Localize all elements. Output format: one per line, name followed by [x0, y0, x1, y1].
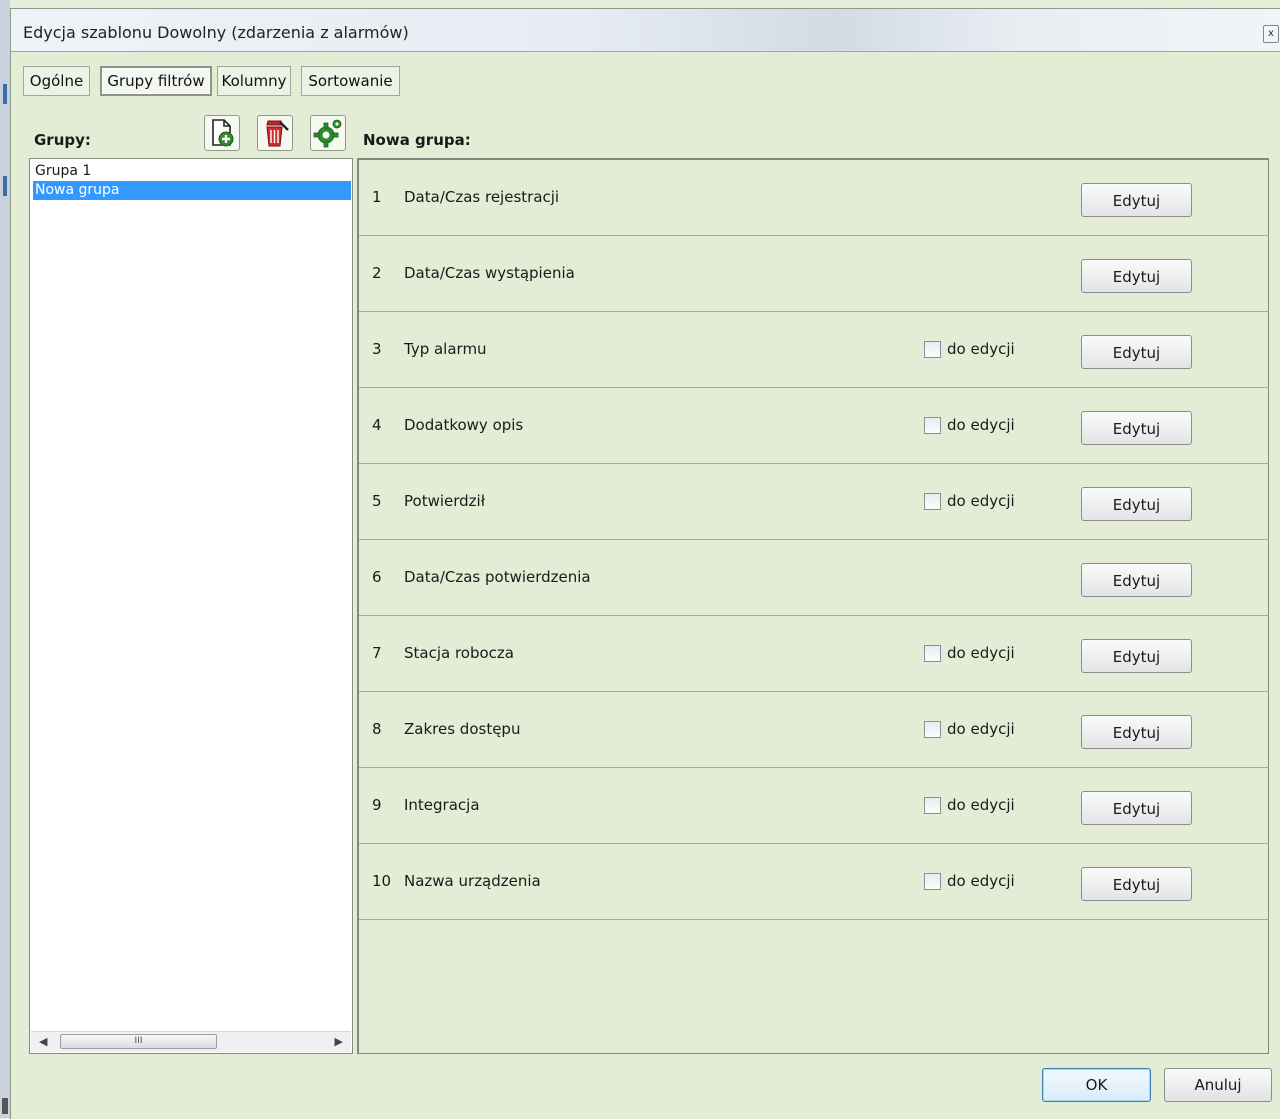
row-number: 6: [372, 568, 382, 586]
tab-columns[interactable]: Kolumny: [217, 66, 291, 96]
filter-row: 6 Data/Czas potwierdzenia Edytuj: [359, 540, 1269, 616]
window-title: Edycja szablonu Dowolny (zdarzenia z ala…: [23, 23, 409, 42]
scroll-right-icon[interactable]: ▶: [335, 1035, 343, 1048]
edit-button[interactable]: Edytuj: [1081, 335, 1192, 369]
cancel-button[interactable]: Anuluj: [1164, 1068, 1272, 1102]
row-number: 2: [372, 264, 382, 282]
desktop-edge: [0, 0, 10, 1118]
settings-gear-icon: [313, 119, 342, 148]
edit-button[interactable]: Edytuj: [1081, 639, 1192, 673]
row-field-name: Stacja robocza: [404, 644, 514, 662]
list-item[interactable]: Nowa grupa: [33, 181, 351, 200]
close-icon: x: [1268, 28, 1274, 39]
filter-row: 7 Stacja robocza do edycji Edytuj: [359, 616, 1269, 692]
row-field-name: Dodatkowy opis: [404, 416, 524, 434]
group-filter-panel: 1 Data/Czas rejestracji Edytuj 2 Data/Czas w…: [357, 158, 1269, 1054]
horizontal-scrollbar[interactable]: ◀ III ▶: [31, 1031, 351, 1052]
scroll-thumb[interactable]: III: [60, 1034, 217, 1049]
edit-button[interactable]: Edytuj: [1081, 259, 1192, 293]
row-number: 8: [372, 720, 382, 738]
filter-row: 3 Typ alarmu do edycji Edytuj: [359, 312, 1269, 388]
tab-general[interactable]: Ogólne: [23, 66, 90, 96]
editable-checkbox-label[interactable]: do edycji: [947, 796, 1015, 814]
tab-filter-groups[interactable]: Grupy filtrów: [100, 66, 212, 96]
row-number: 4: [372, 416, 382, 434]
row-field-name: Data/Czas potwierdzenia: [404, 568, 591, 586]
close-button[interactable]: x: [1263, 25, 1279, 43]
desktop-marker: [3, 84, 7, 104]
row-number: 5: [372, 492, 382, 510]
edit-button[interactable]: Edytuj: [1081, 563, 1192, 597]
editable-checkbox-label[interactable]: do edycji: [947, 872, 1015, 890]
tab-label: Sortowanie: [308, 72, 393, 90]
template-edit-dialog: Edycja szablonu Dowolny (zdarzenia z ala…: [10, 8, 1280, 1119]
desktop-marker: [3, 176, 7, 196]
edit-button[interactable]: Edytuj: [1081, 867, 1192, 901]
editable-checkbox[interactable]: [924, 873, 941, 890]
filter-row: 4 Dodatkowy opis do edycji Edytuj: [359, 388, 1269, 464]
groups-label: Grupy:: [34, 131, 91, 149]
row-field-name: Data/Czas rejestracji: [404, 188, 560, 206]
filter-row: 8 Zakres dostępu do edycji Edytuj: [359, 692, 1269, 768]
tab-label: Kolumny: [221, 72, 287, 90]
add-document-icon: [212, 119, 234, 147]
editable-checkbox-label[interactable]: do edycji: [947, 644, 1015, 662]
group-settings-button[interactable]: [310, 115, 346, 151]
editable-checkbox[interactable]: [924, 645, 941, 662]
edit-button[interactable]: Edytuj: [1081, 411, 1192, 445]
row-field-name: Nazwa urządzenia: [404, 872, 541, 890]
edit-button[interactable]: Edytuj: [1081, 487, 1192, 521]
row-number: 10: [372, 872, 392, 890]
delete-bin-icon: [266, 120, 289, 147]
row-number: 7: [372, 644, 382, 662]
filter-row: 1 Data/Czas rejestracji Edytuj: [359, 160, 1269, 236]
editable-checkbox[interactable]: [924, 493, 941, 510]
editable-checkbox[interactable]: [924, 797, 941, 814]
list-item[interactable]: Grupa 1: [33, 162, 351, 181]
groups-list[interactable]: Grupa 1 Nowa grupa ◀ III ▶: [29, 158, 353, 1054]
row-number: 9: [372, 796, 382, 814]
editable-checkbox[interactable]: [924, 417, 941, 434]
editable-checkbox-label[interactable]: do edycji: [947, 340, 1015, 358]
title-bar[interactable]: Edycja szablonu Dowolny (zdarzenia z ala…: [11, 9, 1280, 52]
row-field-name: Potwierdził: [404, 492, 485, 510]
row-field-name: Integracja: [404, 796, 480, 814]
edit-button[interactable]: Edytuj: [1081, 183, 1192, 217]
filter-row: 9 Integracja do edycji Edytuj: [359, 768, 1269, 844]
filter-row: 2 Data/Czas wystąpienia Edytuj: [359, 236, 1269, 312]
edit-button[interactable]: Edytuj: [1081, 791, 1192, 825]
editable-checkbox-label[interactable]: do edycji: [947, 416, 1015, 434]
row-field-name: Typ alarmu: [404, 340, 487, 358]
desktop-marker: [2, 1098, 8, 1114]
tab-label: Grupy filtrów: [107, 72, 205, 90]
group-panel-title: Nowa grupa:: [363, 131, 471, 149]
ok-button[interactable]: OK: [1042, 1068, 1151, 1102]
editable-checkbox[interactable]: [924, 341, 941, 358]
row-field-name: Data/Czas wystąpienia: [404, 264, 575, 282]
filter-row: 5 Potwierdził do edycji Edytuj: [359, 464, 1269, 540]
scroll-left-icon[interactable]: ◀: [39, 1035, 47, 1048]
row-number: 1: [372, 188, 382, 206]
row-number: 3: [372, 340, 382, 358]
tab-sorting[interactable]: Sortowanie: [301, 66, 400, 96]
editable-checkbox[interactable]: [924, 721, 941, 738]
editable-checkbox-label[interactable]: do edycji: [947, 492, 1015, 510]
delete-group-button[interactable]: [257, 115, 293, 151]
filter-row: 10 Nazwa urządzenia do edycji Edytuj: [359, 844, 1269, 920]
edit-button[interactable]: Edytuj: [1081, 715, 1192, 749]
tab-label: Ogólne: [29, 72, 84, 90]
editable-checkbox-label[interactable]: do edycji: [947, 720, 1015, 738]
row-field-name: Zakres dostępu: [404, 720, 521, 738]
add-group-button[interactable]: [204, 115, 240, 151]
